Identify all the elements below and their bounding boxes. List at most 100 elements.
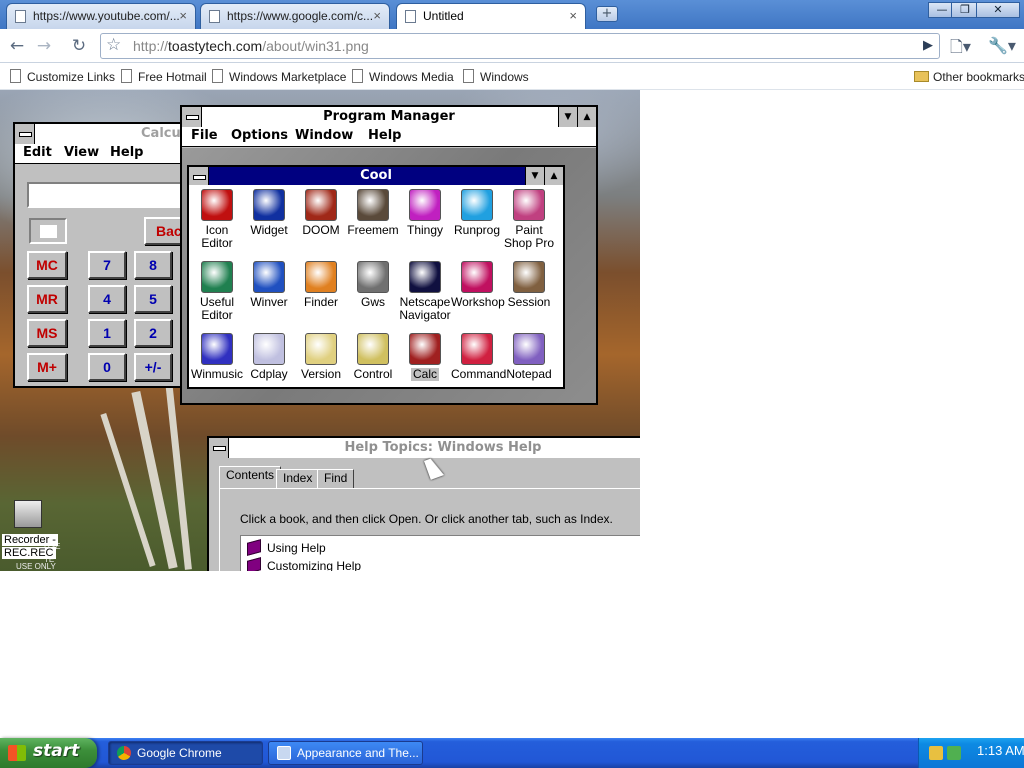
new-tab-button[interactable]: + bbox=[596, 6, 618, 22]
program-icon-thingy[interactable]: Thingy bbox=[399, 189, 451, 237]
menu-options[interactable]: Options bbox=[231, 128, 288, 143]
start-button[interactable]: start bbox=[0, 738, 97, 768]
program-icon-useful[interactable]: Useful Editor bbox=[191, 261, 243, 322]
menu-help[interactable]: Help bbox=[368, 128, 401, 143]
program-icon-calc[interactable]: Calc bbox=[399, 333, 451, 381]
menu-edit[interactable]: Edit bbox=[23, 145, 52, 160]
window-title: Help Topics: Windows Help bbox=[344, 440, 542, 455]
bookmark-label: Windows Marketplace bbox=[229, 70, 347, 84]
bookmark-label: Other bookmarks bbox=[933, 70, 1024, 84]
program-icon-gws[interactable]: Gws bbox=[347, 261, 399, 309]
program-icon-control[interactable]: Control bbox=[347, 333, 399, 381]
recorder-desktop-icon[interactable]: USE Recorder - TE REC.REC USE ONLY bbox=[0, 500, 60, 571]
program-icon-winmusic[interactable]: Winmusic bbox=[191, 333, 243, 381]
program-icon-workshop[interactable]: Workshop bbox=[451, 261, 505, 309]
window-title: Calcul bbox=[141, 126, 186, 141]
m-plus-button[interactable]: M+ bbox=[27, 353, 67, 381]
bookmark-item[interactable]: Windows bbox=[463, 69, 529, 84]
bookmark-item[interactable]: Windows Marketplace bbox=[212, 69, 347, 84]
help-topics-window[interactable]: Help Topics: Windows Help Contents Index… bbox=[207, 436, 640, 571]
system-menu-icon[interactable] bbox=[189, 167, 209, 185]
tab-contents[interactable]: Contents bbox=[219, 466, 282, 489]
bookmark-item[interactable]: Customize Links bbox=[10, 69, 115, 84]
digit-5-button[interactable]: 5 bbox=[134, 285, 172, 313]
bookmark-item[interactable]: Windows Media bbox=[352, 69, 454, 84]
digit-8-button[interactable]: 8 bbox=[134, 251, 172, 279]
netscape-icon bbox=[409, 261, 441, 293]
tab-close-icon[interactable]: × bbox=[569, 8, 577, 23]
browser-tab-youtube[interactable]: https://www.youtube.com/... × bbox=[6, 3, 196, 29]
program-icon-freemem[interactable]: Freemem bbox=[347, 189, 399, 237]
page-menu-icon[interactable]: 🗋▾ bbox=[950, 36, 971, 63]
close-button[interactable]: ✕ bbox=[976, 2, 1020, 18]
help-topic-customizing-help[interactable]: Customizing Help bbox=[247, 557, 361, 571]
reload-icon[interactable]: ↻ bbox=[68, 35, 90, 57]
bookmarks-bar: Customize Links Free Hotmail Windows Mar… bbox=[0, 63, 1024, 90]
widget-icon bbox=[253, 189, 285, 221]
digit-2-button[interactable]: 2 bbox=[134, 319, 172, 347]
help-topic-list[interactable]: Using Help Customizing Help bbox=[240, 535, 640, 571]
program-icon-winver[interactable]: Winver bbox=[243, 261, 295, 309]
browser-toolbar: ← → ↻ ☆ http://toastytech.com/about/win3… bbox=[0, 29, 1024, 63]
digit-4-button[interactable]: 4 bbox=[88, 285, 126, 313]
program-icon-icon[interactable]: Icon Editor bbox=[191, 189, 243, 250]
program-icon-notepad[interactable]: Notepad bbox=[503, 333, 555, 381]
program-icon-command[interactable]: Command bbox=[451, 333, 506, 381]
wrench-menu-icon[interactable]: 🔧▾ bbox=[988, 36, 1016, 55]
maximize-button[interactable]: ❐ bbox=[951, 2, 979, 18]
mc-button[interactable]: MC bbox=[27, 251, 67, 279]
digit-1-button[interactable]: 1 bbox=[88, 319, 126, 347]
system-menu-icon[interactable] bbox=[182, 107, 202, 127]
minimize-arrow-icon[interactable]: ▼ bbox=[525, 167, 544, 185]
program-icon-netscape[interactable]: Netscape Navigator bbox=[399, 261, 451, 322]
bookmark-item[interactable]: Free Hotmail bbox=[121, 69, 207, 84]
sign-toggle-button[interactable]: +/- bbox=[134, 353, 172, 381]
program-icon-cdplay[interactable]: Cdplay bbox=[243, 333, 295, 381]
cool-group-window[interactable]: Cool ▼ ▲ Icon Editor Widget DOOM Freemem Thin… bbox=[187, 165, 565, 389]
clock[interactable]: 1:13 AM bbox=[977, 743, 1024, 758]
tab-find[interactable]: Find bbox=[317, 469, 355, 488]
tab-index[interactable]: Index bbox=[276, 469, 320, 488]
program-icon-session[interactable]: Session bbox=[503, 261, 555, 309]
menu-view[interactable]: View bbox=[64, 145, 99, 160]
program-icon-doom[interactable]: DOOM bbox=[295, 189, 347, 237]
system-menu-icon[interactable] bbox=[15, 124, 35, 144]
bookmark-star-icon[interactable]: ☆ bbox=[106, 35, 121, 55]
system-menu-icon[interactable] bbox=[209, 438, 229, 458]
url-text[interactable]: http://toastytech.com/about/win31.png bbox=[133, 38, 369, 54]
help-title-bar[interactable]: Help Topics: Windows Help bbox=[209, 438, 640, 458]
program-manager-title-bar[interactable]: Program Manager bbox=[182, 107, 596, 127]
maximize-arrow-icon[interactable]: ▲ bbox=[544, 167, 563, 185]
menu-help[interactable]: Help bbox=[110, 145, 143, 160]
browser-tab-untitled[interactable]: Untitled × bbox=[396, 3, 586, 30]
program-icon-finder[interactable]: Finder bbox=[295, 261, 347, 309]
tray-icon[interactable] bbox=[947, 746, 961, 760]
browser-tab-google[interactable]: https://www.google.com/c... × bbox=[200, 3, 390, 29]
program-icon-widget[interactable]: Widget bbox=[243, 189, 295, 237]
program-icon-paint[interactable]: Paint Shop Pro bbox=[503, 189, 555, 250]
menu-window[interactable]: Window bbox=[295, 128, 353, 143]
digit-7-button[interactable]: 7 bbox=[88, 251, 126, 279]
program-icon-version[interactable]: Version bbox=[295, 333, 347, 381]
taskbar-item-appearance[interactable]: Appearance and The... bbox=[268, 741, 423, 765]
go-arrow-icon[interactable]: ▶ bbox=[923, 38, 933, 53]
maximize-arrow-icon[interactable]: ▲ bbox=[577, 107, 596, 127]
tab-close-icon[interactable]: × bbox=[373, 8, 381, 23]
program-manager-window[interactable]: Program Manager ▼ ▲ File Options Window … bbox=[180, 105, 598, 405]
menu-file[interactable]: File bbox=[191, 128, 218, 143]
minimize-arrow-icon[interactable]: ▼ bbox=[558, 107, 577, 127]
help-topic-using-help[interactable]: Using Help bbox=[247, 539, 326, 556]
forward-arrow-icon[interactable]: → bbox=[33, 35, 55, 57]
address-bar[interactable]: ☆ http://toastytech.com/about/win31.png … bbox=[100, 33, 940, 59]
tray-icon[interactable] bbox=[929, 746, 943, 760]
back-arrow-icon[interactable]: ← bbox=[6, 35, 28, 57]
ms-button[interactable]: MS bbox=[27, 319, 67, 347]
cool-group-title-bar[interactable]: Cool bbox=[189, 167, 563, 185]
taskbar-item-chrome[interactable]: Google Chrome bbox=[108, 741, 263, 765]
tab-close-icon[interactable]: × bbox=[179, 8, 187, 23]
program-icon-runprog[interactable]: Runprog bbox=[451, 189, 503, 237]
mr-button[interactable]: MR bbox=[27, 285, 67, 313]
other-bookmarks-folder[interactable]: Other bookmarks bbox=[914, 70, 1024, 84]
page-icon bbox=[405, 10, 416, 23]
digit-0-button[interactable]: 0 bbox=[88, 353, 126, 381]
